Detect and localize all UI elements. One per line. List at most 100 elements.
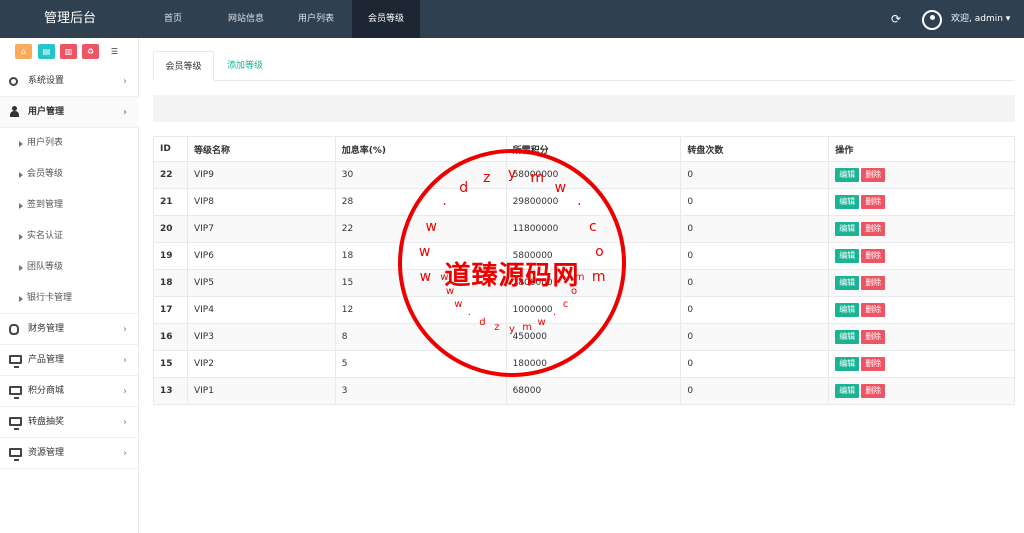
cell-spins: 0 [680, 269, 830, 297]
sidebar-item-products[interactable]: 产品管理 › [0, 345, 139, 376]
sidebar-subitem-bank-card[interactable]: 银行卡管理 [0, 283, 139, 314]
edit-button[interactable]: 编辑 [835, 384, 860, 398]
table-row: 20 VIP7 22 11800000 0 编辑 删除 [153, 215, 1015, 243]
cell-actions: 编辑 删除 [828, 161, 1015, 189]
cell-rate: 5 [334, 350, 507, 378]
delete-button[interactable]: 删除 [861, 276, 886, 290]
monitor-icon [9, 417, 22, 430]
delete-button[interactable]: 删除 [861, 384, 886, 398]
member-level-table: ID 等级名称 加息率(%) 所需积分 转盘次数 操作 22 VIP9 30 5800… [153, 136, 1015, 405]
cell-actions: 编辑 删除 [828, 296, 1015, 324]
cell-id: 13 [153, 377, 188, 405]
cell-points: 68000 [505, 377, 682, 405]
cell-id: 19 [153, 242, 188, 270]
sidebar-subitem-user-list[interactable]: 用户列表 [0, 128, 139, 159]
cell-spins: 0 [680, 296, 830, 324]
edit-button[interactable]: 编辑 [835, 249, 860, 263]
filter-bar [153, 95, 1015, 122]
nav-tab-home[interactable]: 首页 [150, 0, 196, 38]
file-icon[interactable]: ▤ [38, 44, 55, 59]
edit-button[interactable]: 编辑 [835, 222, 860, 236]
database-icon [9, 324, 19, 335]
cell-level-name: VIP5 [186, 269, 336, 297]
table-row: 21 VIP8 28 29800000 0 编辑 删除 [153, 188, 1015, 216]
cell-level-name: VIP4 [186, 296, 336, 324]
edit-button[interactable]: 编辑 [835, 195, 860, 209]
cell-level-name: VIP8 [186, 188, 336, 216]
delete-button[interactable]: 删除 [861, 330, 886, 344]
cell-id: 21 [153, 188, 188, 216]
edit-button[interactable]: 编辑 [835, 330, 860, 344]
table-row: 17 VIP4 12 1000000 0 编辑 删除 [153, 296, 1015, 324]
cell-actions: 编辑 删除 [828, 269, 1015, 297]
cell-actions: 编辑 删除 [828, 188, 1015, 216]
sidebar-item-system-settings[interactable]: 系统设置 › [0, 66, 139, 97]
trash-icon[interactable]: ▥ [60, 44, 77, 59]
tab-add-level[interactable]: 添加等级 [214, 51, 276, 81]
cell-actions: 编辑 删除 [828, 377, 1015, 405]
cell-points: 29800000 [505, 188, 682, 216]
delete-button[interactable]: 删除 [861, 222, 886, 236]
cell-id: 16 [153, 323, 188, 351]
chevron-right-icon: › [123, 448, 127, 459]
sidebar-item-points-mall[interactable]: 积分商城 › [0, 376, 139, 407]
cell-actions: 编辑 删除 [828, 215, 1015, 243]
user-menu[interactable]: 欢迎, admin ▾ [951, 0, 1010, 38]
sidebar-item-lottery[interactable]: 转盘抽奖 › [0, 407, 139, 438]
delete-button[interactable]: 删除 [861, 357, 886, 371]
sidebar-item-resources[interactable]: 资源管理 › [0, 438, 139, 469]
cell-points: 450000 [505, 323, 682, 351]
cell-spins: 0 [680, 242, 830, 270]
cell-rate: 28 [334, 188, 507, 216]
cell-rate: 8 [334, 323, 507, 351]
delete-button[interactable]: 删除 [861, 249, 886, 263]
cell-id: 22 [153, 161, 188, 189]
cell-level-name: VIP3 [186, 323, 336, 351]
delete-button[interactable]: 删除 [861, 303, 886, 317]
chevron-right-icon: › [123, 355, 127, 366]
cell-actions: 编辑 删除 [828, 242, 1015, 270]
sidebar-subitem-member-level[interactable]: 会员等级 [0, 159, 139, 190]
edit-button[interactable]: 编辑 [835, 303, 860, 317]
column-header: 操作 [828, 136, 1015, 162]
cell-id: 17 [153, 296, 188, 324]
nav-tab-site-info[interactable]: 网站信息 [214, 0, 278, 38]
cell-actions: 编辑 删除 [828, 323, 1015, 351]
monitor-icon [9, 448, 22, 461]
home-icon[interactable]: ⌂ [15, 44, 32, 59]
sidebar-subitem-team-level[interactable]: 团队等级 [0, 252, 139, 283]
chevron-right-icon: › [123, 76, 127, 87]
edit-button[interactable]: 编辑 [835, 357, 860, 371]
column-header: 加息率(%) [334, 136, 507, 162]
cell-level-name: VIP6 [186, 242, 336, 270]
sidebar-subitem-checkin[interactable]: 签到管理 [0, 190, 139, 221]
table-row: 13 VIP1 3 68000 0 编辑 删除 [153, 377, 1015, 405]
delete-button[interactable]: 删除 [861, 168, 886, 182]
sidebar-item-user-management[interactable]: 用户管理 › [0, 97, 139, 128]
nav-tab-user-list[interactable]: 用户列表 [283, 0, 349, 38]
sidebar-item-finance[interactable]: 财务管理 › [0, 314, 139, 345]
tab-member-level[interactable]: 会员等级 [153, 51, 214, 81]
chevron-right-icon: › [122, 107, 127, 118]
sidebar-item-label: 财务管理 [28, 324, 65, 334]
chevron-right-icon: › [123, 386, 127, 397]
delete-button[interactable]: 删除 [861, 195, 886, 209]
refresh-icon[interactable]: ⟳ [889, 12, 903, 26]
recycle-icon[interactable]: ♻ [82, 44, 99, 59]
sidebar: ⌂ ▤ ▥ ♻ ☰ 系统设置 › 用户管理 › 用户列表 会员等级 签到管理 实… [0, 38, 139, 533]
cell-id: 18 [153, 269, 188, 297]
chevron-right-icon: › [123, 417, 127, 428]
table-row: 15 VIP2 5 180000 0 编辑 删除 [153, 350, 1015, 378]
cell-spins: 0 [680, 323, 830, 351]
list-icon[interactable]: ☰ [106, 44, 123, 59]
monitor-icon [9, 386, 22, 399]
edit-button[interactable]: 编辑 [835, 276, 860, 290]
cell-rate: 22 [334, 215, 507, 243]
cell-points: 2800000 [505, 269, 682, 297]
user-avatar-icon[interactable] [922, 10, 942, 30]
sidebar-subitem-realname[interactable]: 实名认证 [0, 221, 139, 252]
cell-level-name: VIP2 [186, 350, 336, 378]
table-row: 19 VIP6 18 5800000 0 编辑 删除 [153, 242, 1015, 270]
nav-tab-member-level[interactable]: 会员等级 [352, 0, 420, 38]
edit-button[interactable]: 编辑 [835, 168, 860, 182]
